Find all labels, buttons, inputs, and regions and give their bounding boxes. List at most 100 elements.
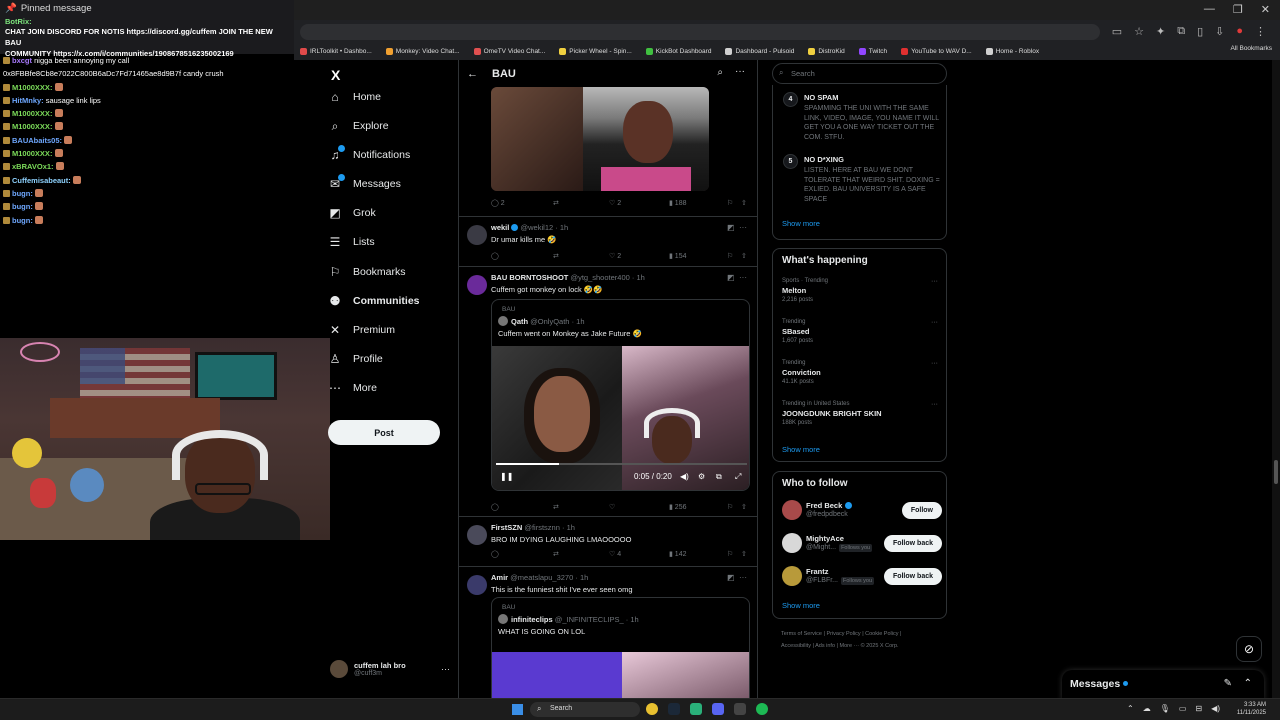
all-bookmarks[interactable]: All Bookmarks <box>1230 45 1272 52</box>
nav-item-messages[interactable]: ✉ Messages <box>328 174 401 191</box>
chat-username[interactable]: bxcgt <box>12 56 32 65</box>
tweet[interactable]: Amir @meatslapu_3270 · 1h ◩ ··· This is … <box>459 566 757 700</box>
nav-item-grok[interactable]: ◩ Grok <box>328 206 375 220</box>
avatar[interactable] <box>782 500 802 520</box>
bookmark-item[interactable]: Home - Roblox <box>985 47 1039 55</box>
reply-icon[interactable]: ◯ 2 <box>491 199 505 207</box>
quote-author[interactable]: infiniteclips <box>511 615 553 624</box>
share-icon[interactable]: ⇧ <box>741 503 747 511</box>
settings-icon[interactable]: ⚙ <box>698 472 705 481</box>
bookmark-item[interactable]: YouTube to WAV D... <box>901 47 972 55</box>
reply-icon[interactable]: ◯ <box>491 503 499 511</box>
follow-suggestion[interactable]: Frantz @FLBFr... Follows you Follow back <box>782 566 942 590</box>
share-icon[interactable]: ⇧ <box>741 550 747 558</box>
like-icon[interactable]: ♡ 4 <box>609 550 621 558</box>
follow-suggestion[interactable]: Fred Beck @fredpdbeck Follow <box>782 500 942 524</box>
address-bar[interactable] <box>300 24 1100 40</box>
follow-button[interactable]: Follow back <box>883 535 942 552</box>
views-icon[interactable]: ▮ 256 <box>669 503 686 511</box>
retweet-icon[interactable]: ⇄ <box>553 199 559 207</box>
scroll-thumb[interactable] <box>1274 460 1278 484</box>
x-logo[interactable]: X <box>331 67 340 83</box>
chat-username[interactable]: bugn: <box>12 216 33 225</box>
pause-icon[interactable]: ❚❚ <box>500 472 513 481</box>
bookmark-icon[interactable]: ⚐ <box>727 199 733 207</box>
quoted-tweet[interactable]: BAU Qath @OnlyQath · 1h Cuffem went on M… <box>491 299 750 491</box>
obs-icon[interactable] <box>734 703 746 715</box>
bookmark-item[interactable]: DistroKid <box>808 47 845 55</box>
follow-button[interactable]: Follow <box>901 502 942 519</box>
retweet-icon[interactable]: ⇄ <box>553 550 559 558</box>
avatar[interactable] <box>467 575 487 595</box>
account-switcher[interactable]: cuffem lah bro @cuff3m ··· <box>330 660 450 678</box>
steam-icon[interactable] <box>668 703 680 715</box>
pip-icon[interactable]: ⧉ <box>716 472 722 482</box>
search-icon[interactable]: ⌕ <box>717 67 723 78</box>
volume-icon[interactable]: ◀) <box>680 472 689 481</box>
profile-icon[interactable]: ● <box>1236 25 1243 38</box>
search-input[interactable]: ⌕ Search <box>772 63 947 84</box>
retweet-icon[interactable]: ⇄ <box>553 503 559 511</box>
quote-media[interactable] <box>492 652 749 700</box>
avatar[interactable] <box>467 225 487 245</box>
footer-line-2[interactable]: Accessibility | Ads info | More ··· © 20… <box>781 640 941 652</box>
views-icon[interactable]: ▮ 188 <box>669 199 686 207</box>
follow-name[interactable]: MightyAce <box>806 534 844 543</box>
start-icon[interactable] <box>512 704 523 715</box>
avatar[interactable] <box>467 275 487 295</box>
more-icon[interactable]: ··· <box>441 664 450 674</box>
chat-username[interactable]: M1000XXX: <box>12 83 52 92</box>
tweet[interactable]: wekil @wekil12 · 1h ◩ ··· Dr umar kills … <box>459 216 757 266</box>
grok-icon[interactable]: ◩ <box>727 573 735 582</box>
reply-icon[interactable]: ◯ <box>491 252 499 260</box>
show-more-link[interactable]: Show more <box>782 601 820 610</box>
mic-icon[interactable]: 🎙 <box>1160 704 1170 713</box>
grok-fab-icon[interactable]: ⊘ <box>1236 636 1262 662</box>
network-icon[interactable]: ⊟ <box>1195 704 1202 713</box>
taskbar-search[interactable]: ⌕ Search <box>530 702 640 717</box>
compose-icon[interactable]: ✎ <box>1224 678 1232 689</box>
tweet-author[interactable]: Amir <box>491 573 508 582</box>
sidebar-icon[interactable]: ▯ <box>1197 25 1203 38</box>
chat-username[interactable]: HitMnky: <box>12 96 44 105</box>
like-icon[interactable]: ♡ 2 <box>609 199 621 207</box>
trend-item[interactable]: Trending SBased 1,607 posts ··· <box>782 319 942 344</box>
cloud-icon[interactable]: ☁ <box>1143 704 1151 713</box>
avatar[interactable] <box>467 525 487 545</box>
nav-item-profile[interactable]: ♙ Profile <box>328 352 383 366</box>
quote-author[interactable]: Qath <box>511 317 528 326</box>
video-progress[interactable] <box>496 463 747 465</box>
tweet[interactable]: BAU BORNTOSHOOT @ytg_shooter400 · 1h ◩ ·… <box>459 266 757 516</box>
chevron-up-icon[interactable]: ⌃ <box>1244 678 1252 689</box>
avatar[interactable] <box>782 566 802 586</box>
show-more-link[interactable]: Show more <box>782 219 820 228</box>
trend-item[interactable]: Trending in United States JOONGDUNK BRIGH… <box>782 401 942 426</box>
video-player[interactable]: ❚❚ 0:05 / 0:20 ◀) ⚙ ⧉ ⤢ <box>492 346 749 490</box>
download-icon[interactable]: ⇩ <box>1215 25 1224 38</box>
bookmark-item[interactable]: OmeTV Video Chat... <box>473 47 545 55</box>
display-icon[interactable]: ▭ <box>1179 704 1187 713</box>
puzzle-icon[interactable]: ⧉ <box>1177 25 1185 38</box>
more-icon[interactable]: ··· <box>739 273 747 282</box>
nav-item-home[interactable]: ⌂ Home <box>328 90 381 104</box>
quoted-tweet[interactable]: BAU infiniteclips @_INFINITECLIPS_ · 1h … <box>491 597 750 700</box>
views-icon[interactable]: ▮ 154 <box>669 252 686 260</box>
restore-icon[interactable]: ❐ <box>1233 3 1243 16</box>
follow-button[interactable]: Follow back <box>883 568 942 585</box>
like-icon[interactable]: ♡ <box>609 503 615 511</box>
close-icon[interactable]: ✕ <box>1261 3 1270 16</box>
back-arrow-icon[interactable]: ← <box>467 68 478 80</box>
more-icon[interactable]: ··· <box>735 66 745 77</box>
chat-username[interactable]: M1000XXX: <box>12 122 52 131</box>
bookmark-item[interactable]: Dashboard - Pulsoid <box>725 47 794 55</box>
chrome-icon[interactable] <box>646 703 658 715</box>
messages-drawer[interactable]: Messages ✎ ⌃ <box>1062 670 1264 700</box>
chat-username[interactable]: M1000XXX: <box>12 109 52 118</box>
menu-icon[interactable]: ⋮ <box>1255 25 1266 38</box>
tweet-image[interactable] <box>491 87 709 191</box>
grok-icon[interactable]: ◩ <box>727 273 735 282</box>
retweet-icon[interactable]: ⇄ <box>553 252 559 260</box>
nav-item-premium[interactable]: ✕ Premium <box>328 323 395 337</box>
trend-item[interactable]: Sports · Trending Melton 2,216 posts ··· <box>782 278 942 303</box>
fullscreen-icon[interactable]: ⤢ <box>735 472 741 482</box>
